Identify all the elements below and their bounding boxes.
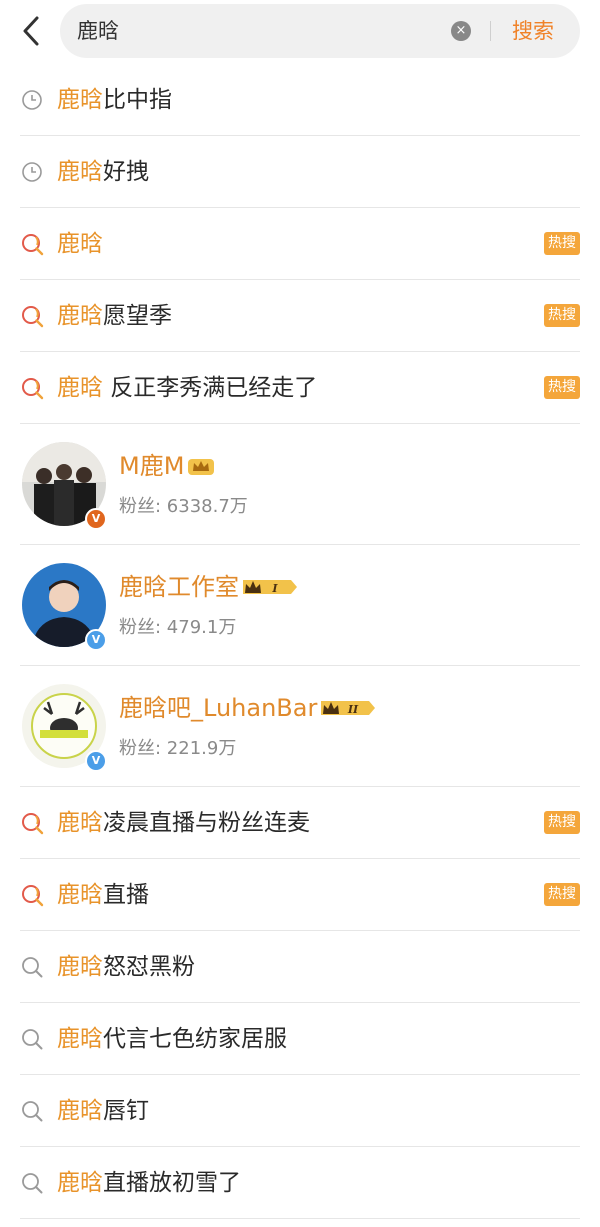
history-item[interactable]: 鹿晗好拽 — [0, 136, 600, 208]
divider — [490, 21, 491, 41]
hot-search-icon — [22, 885, 44, 907]
user-result[interactable]: V M鹿M 粉丝: 6338.7万 — [0, 424, 600, 545]
user-name[interactable]: 鹿晗吧_LuhanBar II — [119, 690, 377, 726]
crown-icon: II — [321, 701, 376, 716]
divider — [20, 1218, 580, 1219]
hot-suggestion-item[interactable]: 鹿晗凌晨直播与粉丝连麦 热搜 — [0, 787, 600, 859]
suggestion-text: 鹿晗凌晨直播与粉丝连麦 — [57, 810, 310, 836]
fans-count: 粉丝: 479.1万 — [119, 617, 237, 638]
suggestion-text: 鹿晗代言七色纺家居服 — [57, 1026, 287, 1052]
search-suggestion-item[interactable]: 鹿晗直播放初雪了 — [0, 1147, 600, 1219]
search-input[interactable]: 鹿晗 × 搜索 — [60, 4, 580, 58]
suggestion-text: 鹿晗好拽 — [57, 159, 149, 185]
hot-search-badge: 热搜 — [544, 811, 580, 834]
verified-badge: V — [85, 750, 107, 772]
hot-search-icon — [22, 378, 44, 400]
hot-suggestion-item[interactable]: 鹿晗 热搜 — [0, 208, 600, 280]
clock-icon — [22, 90, 42, 110]
user-name[interactable]: M鹿M — [119, 448, 216, 484]
hot-suggestion-item[interactable]: 鹿晗愿望季 热搜 — [0, 280, 600, 352]
search-button[interactable]: 搜索 — [512, 4, 554, 58]
fans-count: 粉丝: 221.9万 — [119, 738, 237, 759]
search-query-text[interactable]: 鹿晗 — [77, 4, 119, 58]
suggestion-text: 鹿晗直播 — [57, 882, 149, 908]
hot-search-icon — [22, 306, 44, 328]
search-suggestion-item[interactable]: 鹿晗唇钉 — [0, 1075, 600, 1147]
suggestion-text: 鹿晗 — [57, 231, 103, 257]
hot-search-badge: 热搜 — [544, 376, 580, 399]
search-suggestion-item[interactable]: 鹿晗代言七色纺家居服 — [0, 1003, 600, 1075]
hot-search-icon — [22, 234, 44, 256]
suggestion-text: 鹿晗唇钉 — [57, 1098, 149, 1124]
user-result[interactable]: V 鹿晗吧_LuhanBar II 粉丝: 221.9万 — [0, 666, 600, 787]
svg-text:I: I — [271, 582, 278, 595]
history-item[interactable]: 鹿晗比中指 — [0, 64, 600, 136]
suggestion-text: 鹿晗 反正李秀满已经走了 — [57, 375, 318, 401]
magnifier-icon — [22, 1173, 43, 1194]
svg-text:II: II — [347, 703, 359, 716]
clock-icon — [22, 162, 42, 182]
verified-badge: V — [85, 508, 107, 530]
magnifier-icon — [22, 957, 43, 978]
user-result[interactable]: V 鹿晗工作室 I 粉丝: 479.1万 — [0, 545, 600, 666]
back-chevron-icon[interactable] — [21, 15, 41, 47]
search-header: 鹿晗 × 搜索 — [0, 0, 600, 62]
search-suggestion-item[interactable]: 鹿晗怒怼黑粉 — [0, 931, 600, 1003]
fans-count: 粉丝: 6338.7万 — [119, 496, 248, 517]
hot-search-badge: 热搜 — [544, 304, 580, 327]
clear-icon[interactable]: × — [451, 21, 471, 41]
back-button[interactable] — [14, 12, 48, 50]
user-name[interactable]: 鹿晗工作室 I — [119, 569, 299, 605]
verified-badge: V — [85, 629, 107, 651]
hot-search-badge: 热搜 — [544, 883, 580, 906]
suggestion-text: 鹿晗愿望季 — [57, 303, 172, 329]
hot-suggestion-item[interactable]: 鹿晗 反正李秀满已经走了 热搜 — [0, 352, 600, 424]
magnifier-icon — [22, 1029, 43, 1050]
suggestion-text: 鹿晗直播放初雪了 — [57, 1170, 241, 1196]
hot-search-icon — [22, 813, 44, 835]
suggestion-text: 鹿晗比中指 — [57, 87, 172, 113]
crown-icon: I — [243, 580, 297, 595]
hot-search-badge: 热搜 — [544, 232, 580, 255]
magnifier-icon — [22, 1101, 43, 1122]
crown-icon — [188, 459, 215, 475]
hot-suggestion-item[interactable]: 鹿晗直播 热搜 — [0, 859, 600, 931]
suggestion-text: 鹿晗怒怼黑粉 — [57, 954, 195, 980]
